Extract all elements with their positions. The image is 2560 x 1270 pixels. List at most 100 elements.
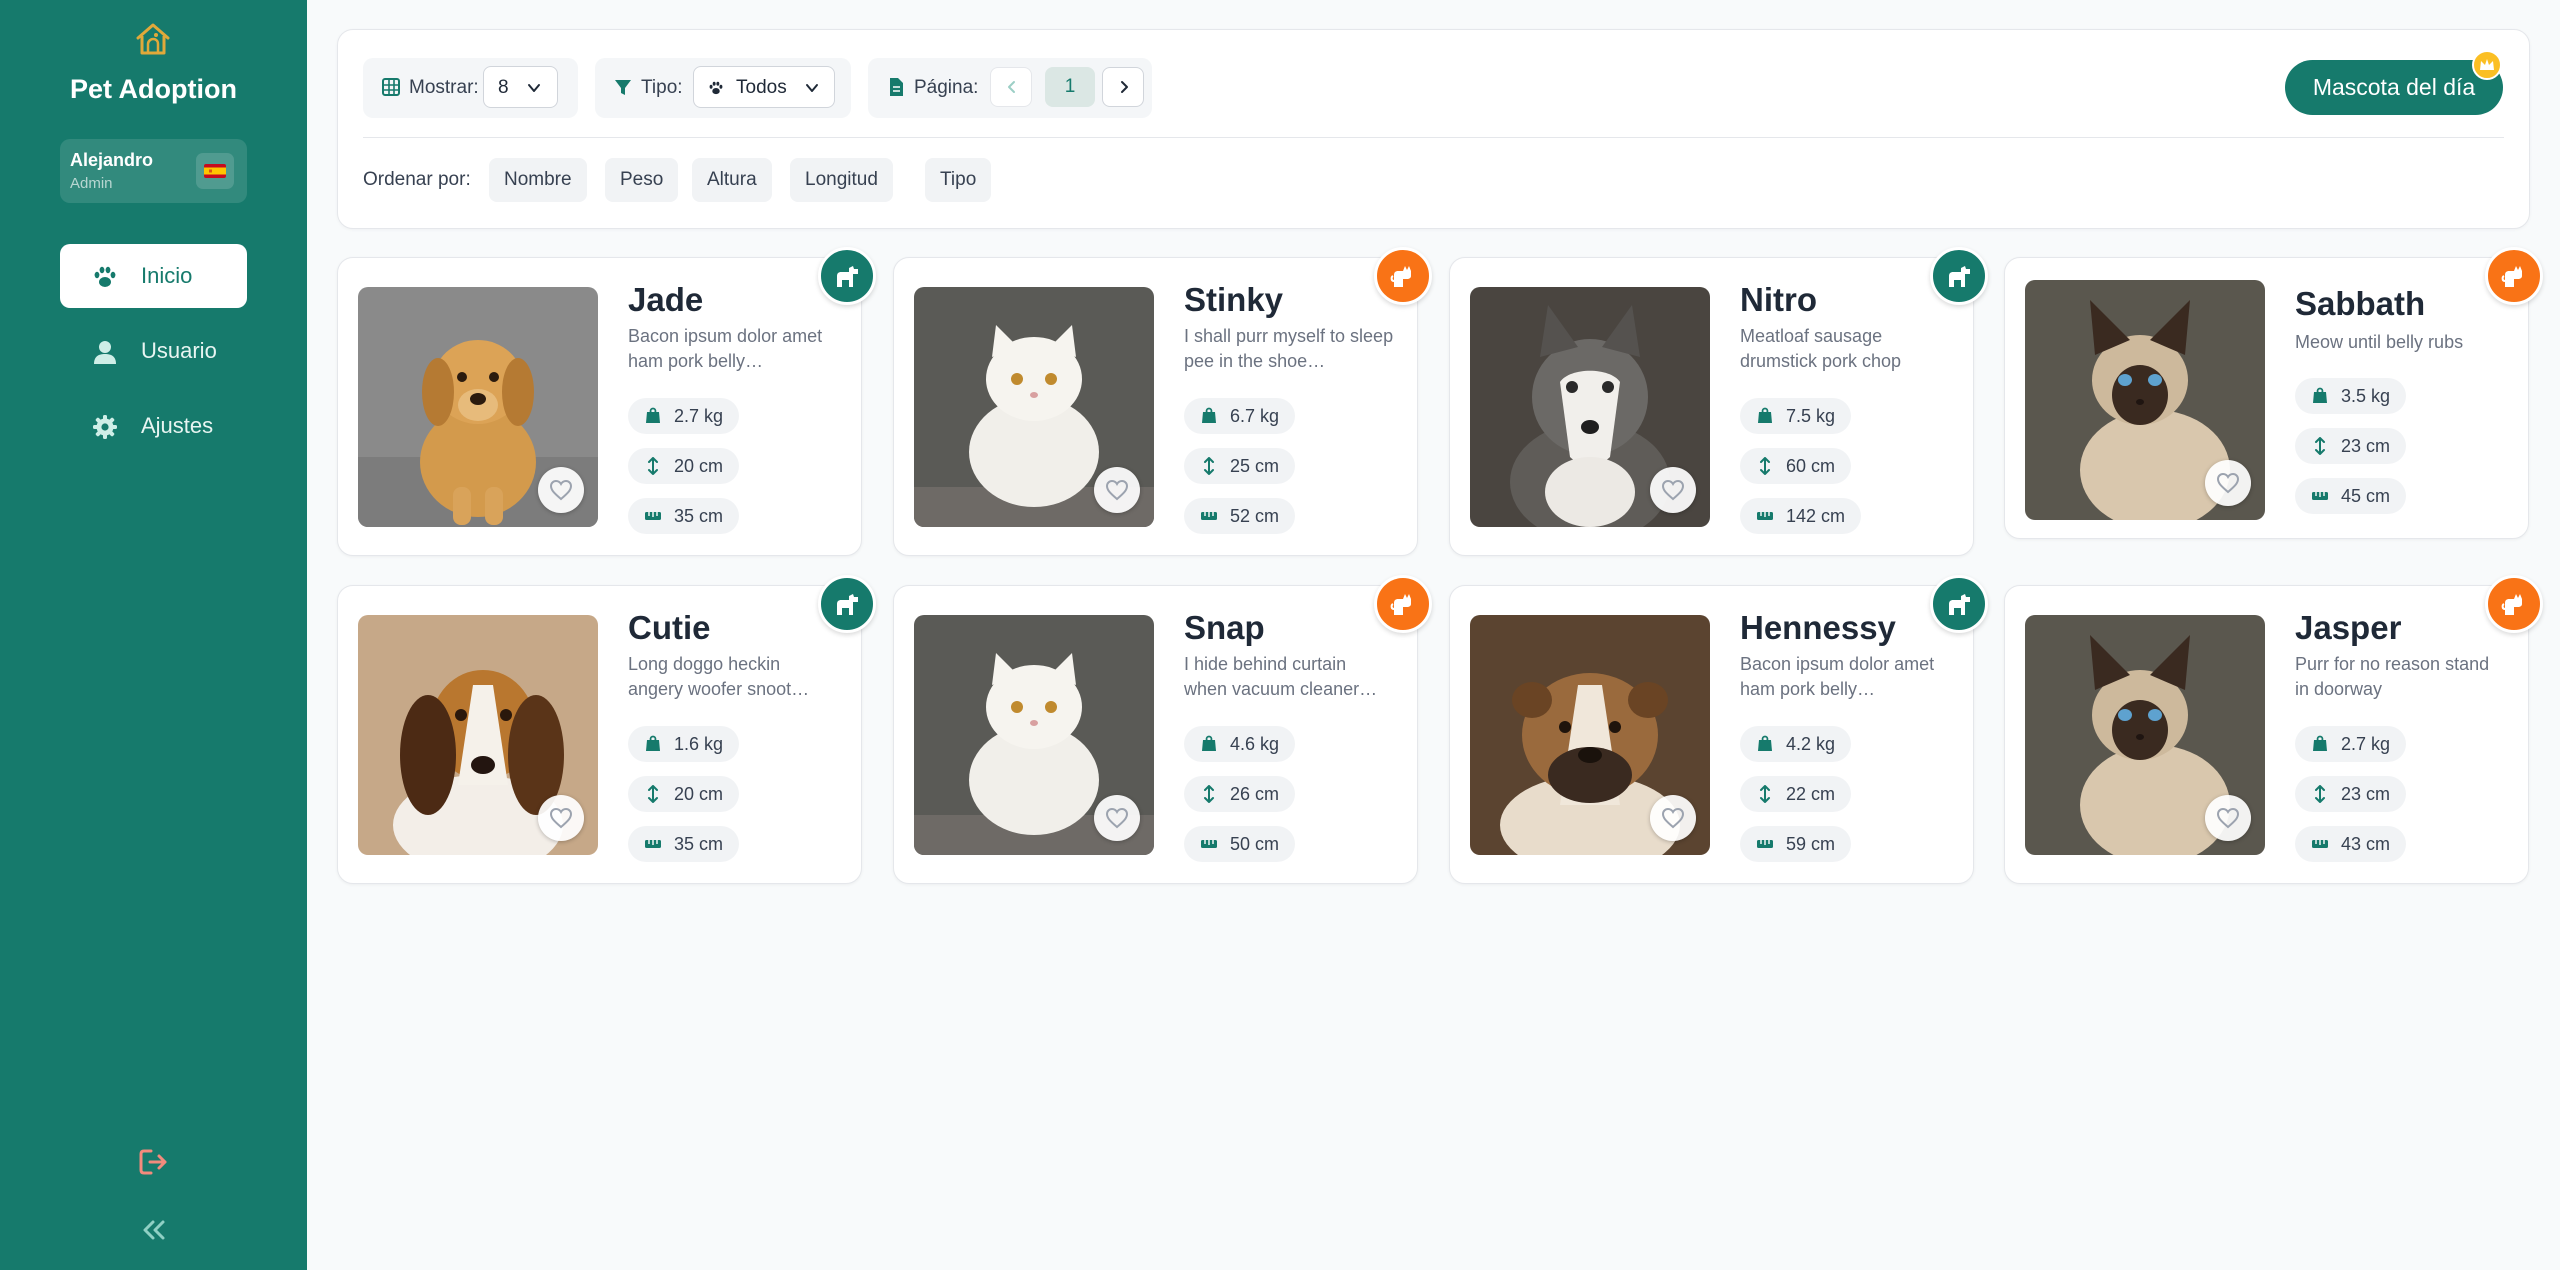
pet-of-the-day-button[interactable]: Mascota del día <box>2285 60 2503 115</box>
pet-length: 43 cm <box>2295 826 2407 862</box>
pet-height: 23 cm <box>2295 776 2407 812</box>
filter-icon <box>615 80 631 95</box>
ruler-icon <box>1201 840 1217 848</box>
sort-by-peso[interactable]: Peso <box>605 158 679 202</box>
pet-description: Meatloaf sausage drumstick pork chop <box>1740 326 1902 371</box>
height-arrow-icon <box>1204 785 1214 803</box>
sort-by-longitud[interactable]: Longitud <box>790 158 893 202</box>
user-role: Admin <box>70 175 113 192</box>
prev-page-button[interactable] <box>990 67 1032 107</box>
pet-card[interactable]: Jade Bacon ipsum dolor amet ham pork bel… <box>337 247 876 556</box>
user-card[interactable]: Alejandro Admin <box>60 139 247 203</box>
pet-photo[interactable] <box>1470 615 1710 855</box>
sort-by-nombre[interactable]: Nombre <box>489 158 587 202</box>
home-pet-icon <box>136 23 170 55</box>
language-selector[interactable] <box>196 153 234 189</box>
favorite-button[interactable] <box>1094 467 1140 513</box>
favorite-button[interactable] <box>1650 467 1696 513</box>
heart-icon <box>2216 472 2240 494</box>
pet-length: 45 cm <box>2295 478 2407 514</box>
ruler-icon <box>1201 512 1217 520</box>
next-page-button[interactable] <box>1102 67 1144 107</box>
ruler-icon <box>1757 512 1773 520</box>
dog-type-badge <box>1930 247 1988 305</box>
pet-description: I hide behind curtain when vacuum cleane… <box>1184 654 1378 699</box>
chevron-down-icon <box>528 84 540 92</box>
current-page: 1 <box>1045 67 1095 107</box>
dog-type-badge <box>1930 575 1988 633</box>
pet-height-value: 25 cm <box>1230 456 1280 476</box>
table-icon <box>382 78 400 96</box>
pet-description: Purr for no reason stand in doorway <box>2295 654 2490 699</box>
sidebar-item-label: Usuario <box>141 338 217 363</box>
favorite-button[interactable] <box>2205 795 2251 841</box>
pet-card[interactable]: Jasper Purr for no reason stand in doorw… <box>2004 575 2543 884</box>
sort-label: Ordenar por: <box>363 169 471 190</box>
pet-photo[interactable] <box>2025 280 2265 520</box>
favorite-button[interactable] <box>1650 795 1696 841</box>
pet-name: Jade <box>628 281 704 318</box>
pet-photo[interactable] <box>1470 287 1710 527</box>
show-value: 8 <box>498 77 509 98</box>
pet-description: Bacon ipsum dolor amet ham pork belly… <box>628 326 823 371</box>
show-select[interactable]: 8 <box>483 66 558 108</box>
sidebar: Pet Adoption Alejandro Admin Inicio Usua… <box>0 0 307 1270</box>
chevron-right-icon <box>1121 81 1128 93</box>
pet-description: I shall purr myself to sleep pee in the … <box>1184 326 1394 371</box>
sort-by-tipo[interactable]: Tipo <box>925 158 992 202</box>
type-control: Tipo: Todos <box>595 58 851 118</box>
chevron-left-icon <box>1008 81 1015 93</box>
pet-card[interactable]: Cutie Long doggo heckin angery woofer sn… <box>337 575 876 884</box>
pet-height: 60 cm <box>1740 448 1852 484</box>
pet-length: 35 cm <box>628 826 740 862</box>
gear-icon <box>93 415 117 439</box>
page-label: Página: <box>914 77 979 98</box>
ruler-icon <box>645 512 661 520</box>
type-select[interactable]: Todos <box>693 66 835 108</box>
pet-card[interactable]: Hennessy Bacon ipsum dolor amet ham pork… <box>1449 575 1988 884</box>
favorite-button[interactable] <box>538 467 584 513</box>
sidebar-item-usuario[interactable]: Usuario <box>60 319 247 383</box>
pet-card[interactable]: Sabbath Meow until belly rubs 3.5 kg 23 … <box>2004 247 2543 539</box>
pet-card[interactable]: Stinky I shall purr myself to sleep pee … <box>893 247 1432 556</box>
pet-card[interactable]: Nitro Meatloaf sausage drumstick pork ch… <box>1449 247 1988 556</box>
favorite-button[interactable] <box>1094 795 1140 841</box>
pet-height: 20 cm <box>628 776 740 812</box>
pet-height-value: 23 cm <box>2341 436 2391 456</box>
pet-photo[interactable] <box>914 287 1154 527</box>
pet-photo[interactable] <box>914 615 1154 855</box>
sidebar-item-ajustes[interactable]: Ajustes <box>60 394 247 458</box>
weight-icon <box>1202 735 1216 751</box>
weight-icon <box>2313 387 2327 403</box>
pet-height: 25 cm <box>1184 448 1296 484</box>
height-arrow-icon <box>2315 437 2325 455</box>
sort-by-altura[interactable]: Altura <box>692 158 772 202</box>
ruler-icon <box>2312 492 2328 500</box>
favorite-button[interactable] <box>538 795 584 841</box>
dog-type-badge <box>818 247 876 305</box>
pet-card[interactable]: Snap I hide behind curtain when vacuum c… <box>893 575 1432 884</box>
cat-icon <box>1390 266 1411 287</box>
pet-height-value: 26 cm <box>1230 784 1280 804</box>
collapse-sidebar-icon[interactable] <box>139 1216 169 1244</box>
heart-icon <box>1661 479 1685 501</box>
sidebar-item-inicio[interactable]: Inicio <box>60 244 247 308</box>
logout-icon[interactable] <box>138 1148 170 1176</box>
heart-icon <box>1661 807 1685 829</box>
weight-icon <box>1758 407 1772 423</box>
pet-photo[interactable] <box>2025 615 2265 855</box>
pet-weight-value: 3.5 kg <box>2341 386 2391 406</box>
pet-length: 59 cm <box>1740 826 1852 862</box>
paw-icon <box>709 81 723 95</box>
pet-weight-value: 7.5 kg <box>1786 406 1836 426</box>
favorite-button[interactable] <box>2205 460 2251 506</box>
pet-photo[interactable] <box>358 615 598 855</box>
pet-weight-value: 4.2 kg <box>1786 734 1836 754</box>
pet-photo[interactable] <box>358 287 598 527</box>
pet-weight: 6.7 kg <box>1184 398 1296 434</box>
pet-length: 50 cm <box>1184 826 1296 862</box>
pet-height-value: 20 cm <box>674 784 724 804</box>
divider <box>363 137 2504 138</box>
pet-length-value: 35 cm <box>674 834 724 854</box>
pet-description: Bacon ipsum dolor amet ham pork belly… <box>1740 654 1935 699</box>
